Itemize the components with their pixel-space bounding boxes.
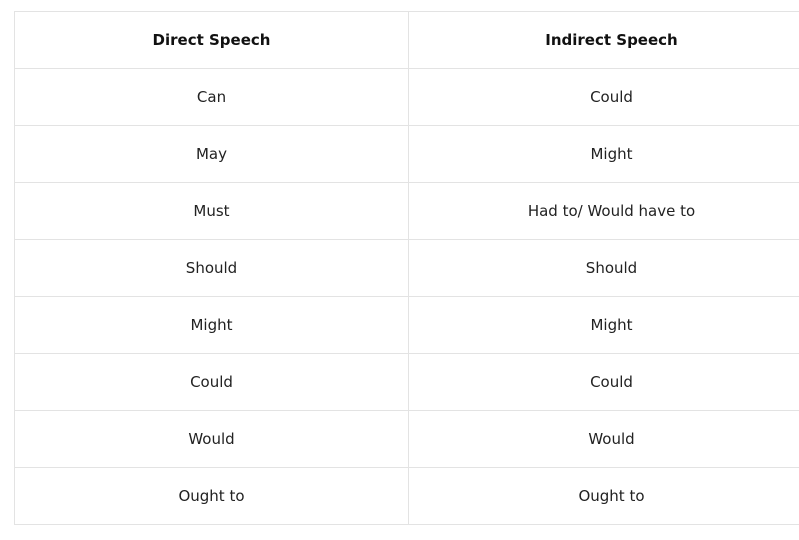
indirect-speech-cell: Might bbox=[408, 125, 799, 183]
table-row: Must Had to/ Would have to bbox=[14, 182, 799, 240]
modal-verbs-table: Direct Speech Indirect Speech Can Could … bbox=[14, 11, 799, 525]
table-row: Ought to Ought to bbox=[14, 467, 799, 525]
direct-speech-cell: Could bbox=[14, 353, 409, 411]
direct-speech-cell: Should bbox=[14, 239, 409, 297]
table-row: Might Might bbox=[14, 296, 799, 354]
direct-speech-cell: Might bbox=[14, 296, 409, 354]
modal-verbs-table-container: Direct Speech Indirect Speech Can Could … bbox=[14, 11, 799, 525]
direct-speech-cell: May bbox=[14, 125, 409, 183]
direct-speech-cell: Would bbox=[14, 410, 409, 468]
table-row: Should Should bbox=[14, 239, 799, 297]
direct-speech-cell: Must bbox=[14, 182, 409, 240]
table-header-row: Direct Speech Indirect Speech bbox=[14, 11, 799, 69]
indirect-speech-cell: Had to/ Would have to bbox=[408, 182, 799, 240]
indirect-speech-cell: Could bbox=[408, 68, 799, 126]
table-row: Could Could bbox=[14, 353, 799, 411]
direct-speech-cell: Can bbox=[14, 68, 409, 126]
indirect-speech-cell: Could bbox=[408, 353, 799, 411]
indirect-speech-cell: Should bbox=[408, 239, 799, 297]
table-row: May Might bbox=[14, 125, 799, 183]
indirect-speech-cell: Would bbox=[408, 410, 799, 468]
table-row: Can Could bbox=[14, 68, 799, 126]
indirect-speech-cell: Ought to bbox=[408, 467, 799, 525]
indirect-speech-cell: Might bbox=[408, 296, 799, 354]
header-direct-speech: Direct Speech bbox=[14, 11, 409, 69]
table-row: Would Would bbox=[14, 410, 799, 468]
direct-speech-cell: Ought to bbox=[14, 467, 409, 525]
header-indirect-speech: Indirect Speech bbox=[408, 11, 799, 69]
